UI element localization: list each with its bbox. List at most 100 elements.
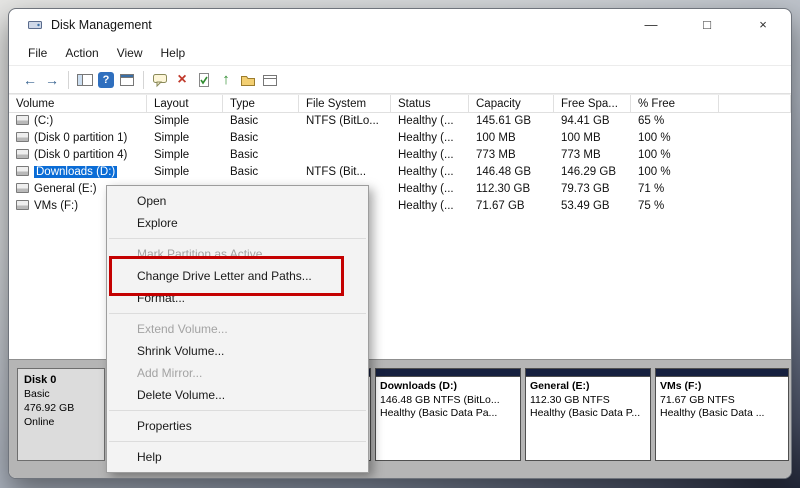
partition-detail: 146.48 GB NTFS (BitLo... [380, 394, 516, 408]
view-box-icon[interactable] [259, 69, 281, 91]
cell-layout: Simple [147, 164, 223, 181]
menu-item-open[interactable]: Open [107, 190, 368, 212]
partition-downloads[interactable]: Downloads (D:) 146.48 GB NTFS (BitLo... … [375, 368, 521, 461]
partition-detail: 71.67 GB NTFS [660, 394, 784, 408]
volume-name: VMs (F:) [34, 200, 78, 212]
cell-status: Healthy (... [391, 198, 469, 215]
partition-status: Healthy (Basic Data Pa... [380, 407, 516, 421]
volume-name-selected: Downloads (D:) [34, 166, 117, 178]
document-check-icon[interactable] [193, 69, 215, 91]
menu-item-change-drive-letter[interactable]: Change Drive Letter and Paths... [107, 265, 368, 287]
menu-item-label: Explore [137, 216, 178, 230]
cell-layout: Simple [147, 147, 223, 164]
table-row-c[interactable]: (C:) Simple Basic NTFS (BitLo... Healthy… [9, 113, 791, 130]
cell-status: Healthy (... [391, 164, 469, 181]
column-header-free-space[interactable]: Free Spa... [554, 95, 631, 112]
cell-free-space: 94.41 GB [554, 113, 631, 130]
disk0-name: Disk 0 [24, 373, 98, 387]
column-header-capacity[interactable]: Capacity [469, 95, 554, 112]
cell-free-space: 146.29 GB [554, 164, 631, 181]
disk0-panel[interactable]: Disk 0 Basic 476.92 GB Online [17, 368, 105, 461]
desktop-background: Disk Management — □ × File Action View H… [0, 0, 800, 488]
disk0-status: Online [24, 415, 98, 429]
column-header-volume[interactable]: Volume [9, 95, 147, 112]
menu-item-label: Shrink Volume... [137, 344, 224, 358]
menu-separator [109, 410, 366, 411]
partition-vms[interactable]: VMs (F:) 71.67 GB NTFS Healthy (Basic Da… [655, 368, 789, 461]
cell-free-space: 100 MB [554, 130, 631, 147]
cell-pct-free: 71 % [631, 181, 719, 198]
menu-separator [109, 238, 366, 239]
menu-item-help[interactable]: Help [107, 446, 368, 468]
table-row-downloads-selected[interactable]: Downloads (D:) Simple Basic NTFS (Bit...… [9, 164, 791, 181]
table-row-partition-1[interactable]: (Disk 0 partition 1) Simple Basic Health… [9, 130, 791, 147]
menu-item-label: Delete Volume... [137, 388, 225, 402]
cell-status: Healthy (... [391, 113, 469, 130]
volume-icon [16, 115, 29, 125]
menu-item-shrink-volume[interactable]: Shrink Volume... [107, 340, 368, 362]
cell-layout: Simple [147, 130, 223, 147]
partition-name: VMs (F:) [660, 380, 784, 394]
cell-file-system: NTFS (Bit... [299, 164, 391, 181]
partition-detail: 112.30 GB NTFS [530, 394, 646, 408]
volume-icon [16, 183, 29, 193]
cell-pct-free: 65 % [631, 113, 719, 130]
menu-item-label: Change Drive Letter and Paths... [137, 269, 312, 283]
console-tree-icon[interactable] [74, 69, 96, 91]
column-header-layout[interactable]: Layout [147, 95, 223, 112]
menu-item-properties[interactable]: Properties [107, 415, 368, 437]
menu-item-label: Help [137, 450, 162, 464]
column-header-type[interactable]: Type [223, 95, 299, 112]
menu-item-explore[interactable]: Explore [107, 212, 368, 234]
close-button[interactable]: × [735, 9, 791, 41]
up-arrow-icon[interactable]: ↑ [215, 69, 237, 91]
menu-view[interactable]: View [108, 46, 152, 60]
cell-pct-free: 100 % [631, 164, 719, 181]
disk-management-icon [27, 17, 43, 33]
partition-general[interactable]: General (E:) 112.30 GB NTFS Healthy (Bas… [525, 368, 651, 461]
cell-free-space: 53.49 GB [554, 198, 631, 215]
menu-action[interactable]: Action [56, 46, 107, 60]
volume-name: General (E:) [34, 183, 97, 195]
titlebar: Disk Management — □ × [9, 9, 791, 41]
volume-icon [16, 149, 29, 159]
forward-icon[interactable]: → [41, 69, 63, 91]
help-icon[interactable]: ? [96, 69, 116, 91]
cell-type: Basic [223, 147, 299, 164]
menu-help[interactable]: Help [152, 46, 195, 60]
cell-capacity: 145.61 GB [469, 113, 554, 130]
maximize-button[interactable]: □ [679, 9, 735, 41]
disk0-size: 476.92 GB [24, 401, 98, 415]
volume-icon [16, 166, 29, 176]
speech-bubble-icon[interactable] [149, 69, 171, 91]
volume-icon [16, 132, 29, 142]
menu-item-label: Properties [137, 419, 192, 433]
table-row-partition-4[interactable]: (Disk 0 partition 4) Simple Basic Health… [9, 147, 791, 164]
menu-item-mark-partition-active: Mark Partition as Active [107, 243, 368, 265]
cell-capacity: 773 MB [469, 147, 554, 164]
back-icon[interactable]: ← [19, 69, 41, 91]
delete-x-icon[interactable]: × [171, 69, 193, 91]
menu-item-format[interactable]: Format... [107, 287, 368, 309]
toolbar-separator [143, 71, 144, 89]
context-menu: Open Explore Mark Partition as Active Ch… [106, 185, 369, 473]
menu-item-delete-volume[interactable]: Delete Volume... [107, 384, 368, 406]
folder-icon[interactable] [237, 69, 259, 91]
column-header-pct-free[interactable]: % Free [631, 95, 719, 112]
cell-pct-free: 100 % [631, 130, 719, 147]
cell-capacity: 146.48 GB [469, 164, 554, 181]
volume-name: (C:) [34, 115, 53, 127]
menu-item-label: Extend Volume... [137, 322, 228, 336]
properties-window-icon[interactable] [116, 69, 138, 91]
cell-free-space: 79.73 GB [554, 181, 631, 198]
disk0-type: Basic [24, 387, 98, 401]
cell-type: Basic [223, 113, 299, 130]
cell-status: Healthy (... [391, 147, 469, 164]
volume-name: (Disk 0 partition 4) [34, 149, 127, 161]
minimize-button[interactable]: — [623, 9, 679, 41]
toolbar-separator [68, 71, 69, 89]
menu-file[interactable]: File [19, 46, 56, 60]
cell-free-space: 773 MB [554, 147, 631, 164]
column-header-file-system[interactable]: File System [299, 95, 391, 112]
column-header-status[interactable]: Status [391, 95, 469, 112]
